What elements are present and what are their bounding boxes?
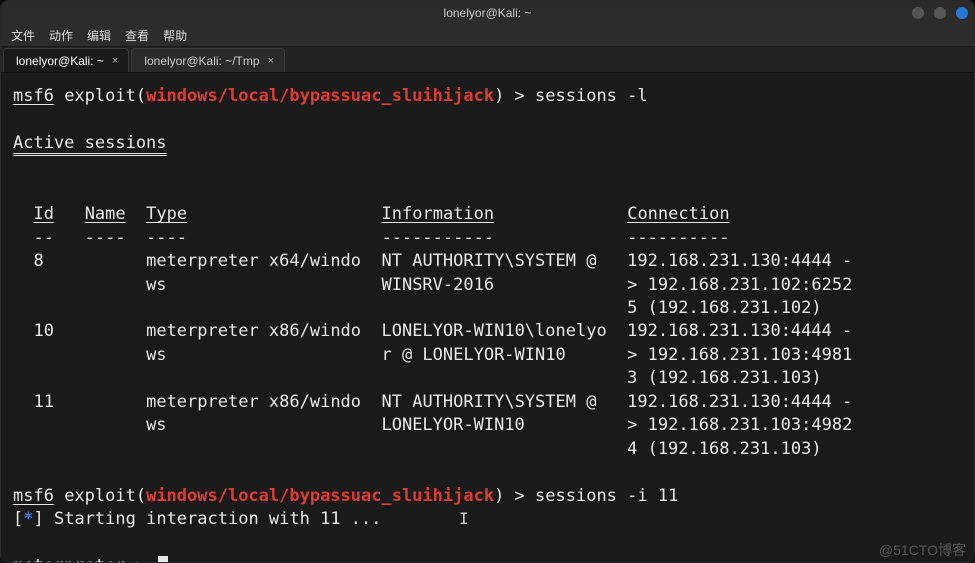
row-info: LONELYOR-WIN10\lonelyo [382,321,607,341]
row-type: meterpreter x86/windo [146,321,361,341]
cmd-text: sessions -i 11 [535,486,678,506]
status-close: ] [34,509,44,529]
col-info: Information [382,204,495,224]
row-id: 11 [33,392,53,412]
menu-file[interactable]: 文件 [11,27,35,44]
row-info-b: r @ LONELYOR-WIN10 [381,345,565,365]
row-info: NT AUTHORITY\SYSTEM @ [382,251,597,271]
window-title: lonelyor@Kali: ~ [444,6,532,20]
row-type: meterpreter x64/windo [146,251,361,271]
tab-terminal-1[interactable]: lonelyor@Kali: ~ × [3,48,129,72]
tab-close-icon[interactable]: × [268,55,274,67]
col-type: Type [146,204,187,224]
text-cursor-icon: I [459,508,469,530]
row-conn-b: > 192.168.231.102:6252 [627,275,852,295]
cmd-text: sessions -l [535,86,648,106]
prompt-close: ) > [494,486,535,506]
row-conn: 192.168.231.130:4444 - [627,321,852,341]
col-name: Name [85,204,126,224]
status-text: Starting interaction with 11 ... [44,509,382,529]
row-info-b: WINSRV-2016 [381,275,494,295]
tab-label: lonelyor@Kali: ~ [16,54,104,68]
menu-help[interactable]: 帮助 [163,27,187,44]
tab-close-icon[interactable]: × [112,55,118,67]
row-conn-b: > 192.168.231.103:4982 [627,415,852,435]
status-star: * [23,509,33,529]
close-icon[interactable] [956,7,968,19]
module-path: windows/local/bypassuac_sluihijack [146,86,494,106]
menu-edit[interactable]: 编辑 [87,27,111,44]
titlebar[interactable]: lonelyor@Kali: ~ [1,1,974,25]
col-conn: Connection [627,204,729,224]
window-buttons [912,1,968,25]
meterpreter-prompt: meterpreter [13,556,126,562]
row-type: meterpreter x86/windo [146,392,361,412]
menu-actions[interactable]: 动作 [49,27,73,44]
terminal-window: lonelyor@Kali: ~ 文件 动作 编辑 查看 帮助 lonelyor… [0,0,975,563]
row-info: NT AUTHORITY\SYSTEM @ [382,392,597,412]
row-id: 10 [33,321,53,341]
row-type-b: ws [146,415,166,435]
exploit-label: exploit( [54,486,146,506]
menu-view[interactable]: 查看 [125,27,149,44]
row-conn-c: 5 (192.168.231.102) [627,298,821,318]
maximize-icon[interactable] [934,7,946,19]
row-conn: 192.168.231.130:4444 - [627,251,852,271]
row-info-b: LONELYOR-WIN10 [381,415,524,435]
cursor-icon [158,556,168,562]
sessions-header: Active sessions [13,133,167,156]
exploit-label: exploit( [54,86,146,106]
meterpreter-gt: > [126,556,157,562]
row-conn-b: > 192.168.231.103:4981 [627,345,852,365]
minimize-icon[interactable] [912,7,924,19]
row-id: 8 [33,251,43,271]
msf-prompt: msf6 [13,486,54,506]
msf-prompt: msf6 [13,86,54,106]
tabbar: lonelyor@Kali: ~ × lonelyor@Kali: ~/Tmp … [1,47,974,73]
tab-label: lonelyor@Kali: ~/Tmp [144,54,259,68]
row-conn: 192.168.231.130:4444 - [627,392,852,412]
menubar: 文件 动作 编辑 查看 帮助 [1,25,974,47]
row-type-b: ws [146,345,166,365]
tab-terminal-2[interactable]: lonelyor@Kali: ~/Tmp × [131,48,285,72]
row-conn-c: 4 (192.168.231.103) [627,439,821,459]
col-id: Id [33,204,53,224]
row-type-b: ws [146,275,166,295]
status-open: [ [13,509,23,529]
module-path: windows/local/bypassuac_sluihijack [146,486,494,506]
prompt-close: ) > [494,86,535,106]
terminal-output[interactable]: msf6 exploit(windows/local/bypassuac_slu… [1,73,974,562]
row-conn-c: 3 (192.168.231.103) [627,368,821,388]
